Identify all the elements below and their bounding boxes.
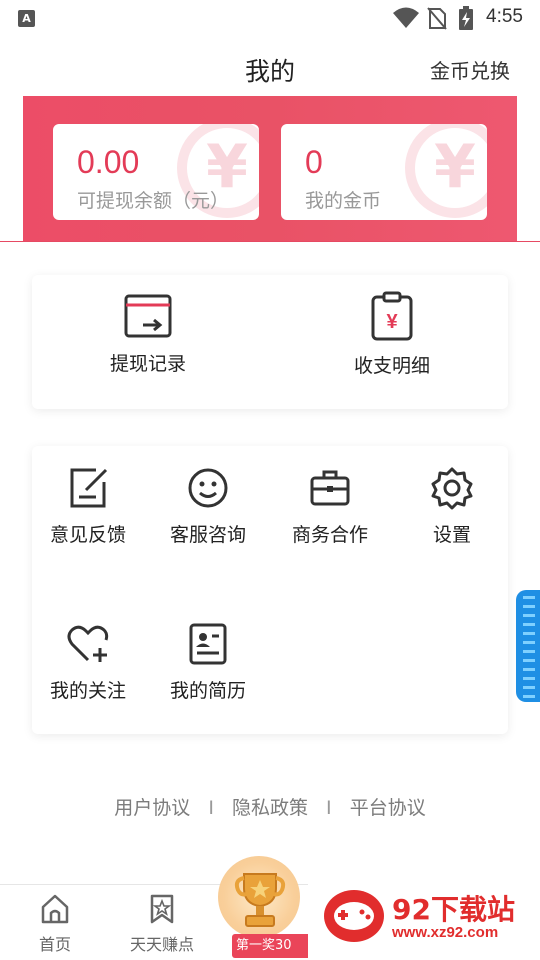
tab-home-label: 首页 bbox=[38, 935, 71, 954]
withdraw-record-label: 提现记录 bbox=[109, 353, 186, 375]
services-panel: 意见反馈 客服咨询 商务合作 设置 我的关注 我的简历 bbox=[32, 446, 508, 734]
business-cooperation-button[interactable]: 商务合作 bbox=[274, 466, 386, 547]
privacy-policy-link[interactable]: 隐私政策 bbox=[232, 797, 308, 819]
tab-daily-earn[interactable]: 天天赚点 bbox=[124, 893, 200, 955]
svg-text:¥: ¥ bbox=[386, 311, 398, 333]
battery-charging-icon bbox=[459, 6, 473, 30]
wifi-icon bbox=[393, 7, 419, 28]
status-time: 4:55 bbox=[486, 6, 523, 27]
my-follow-label: 我的关注 bbox=[49, 680, 126, 702]
floating-side-tab[interactable] bbox=[516, 590, 540, 702]
gamepad-logo-icon bbox=[324, 890, 384, 942]
promo-badge: 第一奖30 bbox=[232, 934, 314, 958]
balance-card[interactable]: ¥ 0.00 可提现余额（元） bbox=[53, 124, 259, 220]
divider bbox=[0, 241, 540, 242]
heart-plus-icon bbox=[67, 625, 109, 662]
app-notification-icon: A bbox=[18, 10, 35, 27]
link-separator: I bbox=[208, 797, 214, 819]
tab-daily-earn-label: 天天赚点 bbox=[129, 935, 194, 954]
customer-service-button[interactable]: 客服咨询 bbox=[152, 466, 264, 547]
no-sim-icon bbox=[427, 7, 447, 30]
home-icon bbox=[41, 894, 69, 924]
withdraw-record-icon bbox=[124, 294, 172, 338]
page-header: 我的 金币兑换 bbox=[0, 40, 540, 96]
settings-label: 设置 bbox=[432, 524, 471, 546]
balance-value: 0.00 bbox=[77, 144, 140, 180]
briefcase-icon bbox=[310, 470, 350, 506]
coins-label: 我的金币 bbox=[305, 190, 382, 212]
feedback-label: 意见反馈 bbox=[49, 524, 126, 546]
user-agreement-link[interactable]: 用户协议 bbox=[114, 797, 190, 819]
site-url: www.xz92.com bbox=[392, 924, 499, 941]
income-expense-icon: ¥ bbox=[371, 291, 413, 341]
income-expense-label: 收支明细 bbox=[353, 355, 430, 377]
feedback-icon bbox=[70, 468, 108, 508]
records-panel: 提现记录 ¥ 收支明细 bbox=[32, 275, 508, 409]
my-resume-button[interactable]: 我的简历 bbox=[152, 622, 264, 703]
coins-value: 0 bbox=[305, 144, 323, 180]
coins-card[interactable]: ¥ 0 我的金币 bbox=[281, 124, 487, 220]
tab-home[interactable]: 首页 bbox=[30, 893, 80, 955]
gear-icon bbox=[431, 467, 473, 510]
platform-agreement-link[interactable]: 平台协议 bbox=[350, 797, 426, 819]
resume-icon bbox=[189, 623, 227, 665]
site-watermark: 92下载站 www.xz92.com bbox=[308, 870, 540, 960]
my-resume-label: 我的简历 bbox=[169, 680, 246, 702]
trophy-icon bbox=[234, 873, 286, 927]
withdraw-record-button[interactable]: 提现记录 bbox=[80, 293, 216, 376]
promo-trophy-button[interactable]: 第一奖30 bbox=[214, 852, 314, 960]
status-bar: A 4:55 bbox=[0, 0, 540, 36]
income-expense-button[interactable]: ¥ 收支明细 bbox=[324, 291, 460, 378]
site-name: 92下载站 bbox=[392, 893, 515, 926]
my-follow-button[interactable]: 我的关注 bbox=[32, 622, 144, 703]
yuan-watermark-icon: ¥ bbox=[405, 124, 487, 218]
agreement-links: 用户协议 I 隐私政策 I 平台协议 bbox=[0, 793, 540, 820]
link-separator: I bbox=[326, 797, 332, 819]
balance-label: 可提现余额（元） bbox=[77, 190, 230, 212]
customer-service-label: 客服咨询 bbox=[169, 524, 246, 546]
business-cooperation-label: 商务合作 bbox=[291, 524, 368, 546]
feedback-button[interactable]: 意见反馈 bbox=[32, 466, 144, 547]
customer-service-icon bbox=[188, 468, 228, 508]
settings-button[interactable]: 设置 bbox=[396, 466, 508, 547]
coin-exchange-button[interactable]: 金币兑换 bbox=[430, 55, 510, 84]
wallet-banner: ¥ 0.00 可提现余额（元） ¥ 0 我的金币 bbox=[23, 96, 517, 242]
bookmark-star-icon bbox=[150, 894, 174, 924]
